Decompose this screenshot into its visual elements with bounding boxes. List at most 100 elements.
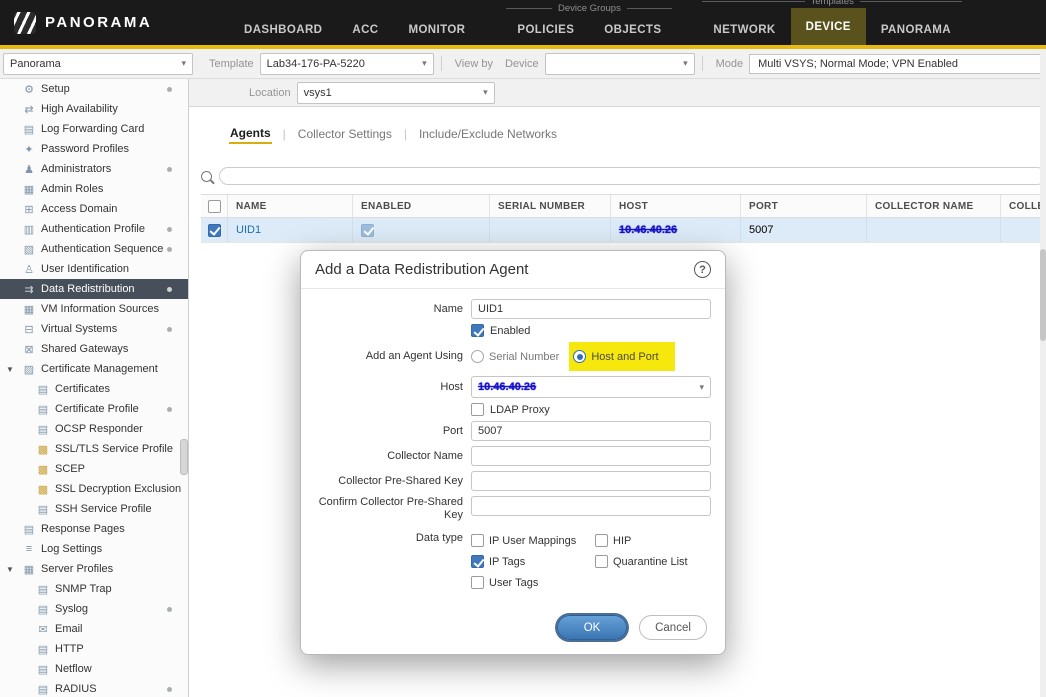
template-select[interactable]: Lab34-176-PA-5220 ▾ [260,53,434,75]
sidebar-item-response-pages[interactable]: ▤Response Pages [0,519,188,539]
collector-key-input[interactable] [471,471,711,491]
sidebar-item-authentication-sequence[interactable]: ▧Authentication Sequence [0,239,188,259]
help-icon[interactable]: ? [694,261,711,278]
sidebar-item-user-identification[interactable]: ♙User Identification [0,259,188,279]
sidebar-item-label: Certificates [55,383,110,395]
sidebar-item-certificate-management[interactable]: ▼▨Certificate Management [0,359,188,379]
agent-name-link[interactable]: UID1 [236,224,261,236]
tab-collector-settings[interactable]: Collector Settings [297,125,393,143]
col-name[interactable]: NAME [228,195,353,217]
sidebar-item-virtual-systems[interactable]: ⊟Virtual Systems [0,319,188,339]
chevron-down-icon[interactable]: ▼ [6,565,14,574]
toolbar-divider [702,56,703,71]
chevron-down-icon: ▾ [181,58,186,69]
sidebar-item-label: SNMP Trap [55,583,112,595]
cancel-button[interactable]: Cancel [639,615,707,640]
sidebar-item-shared-gateways[interactable]: ⊠Shared Gateways [0,339,188,359]
col-host[interactable]: HOST [611,195,741,217]
certificates-icon: ▤ [36,383,50,396]
table-row[interactable]: UID1 10.46.40.26 5007 [201,218,1046,243]
ip-user-mappings-checkbox[interactable] [471,534,484,547]
password-profiles-icon: ✦ [22,143,36,156]
datatype-user-tags: User Tags [471,576,589,589]
nav-objects[interactable]: OBJECTS [589,15,676,45]
sidebar-item-syslog[interactable]: ▤Syslog [0,599,188,619]
serial-number-radio[interactable] [471,350,484,363]
nav-acc[interactable]: ACC [337,15,393,45]
location-select[interactable]: vsys1 ▾ [297,82,495,104]
col-enabled[interactable]: ENABLED [353,195,490,217]
hip-checkbox[interactable] [595,534,608,547]
sidebar-item-ssl-decryption-exclusion[interactable]: ▩SSL Decryption Exclusion [0,479,188,499]
sidebar-item-http[interactable]: ▤HTTP [0,639,188,659]
sidebar-item-certificates[interactable]: ▤ Certificates [0,379,188,399]
nav-device[interactable]: DEVICE [791,8,866,45]
sidebar-item-netflow[interactable]: ▤Netflow [0,659,188,679]
scrollbar-thumb[interactable] [1040,249,1046,341]
sidebar-item-label: Log Forwarding Card [41,123,144,135]
name-input[interactable] [471,299,711,319]
ip-tags-checkbox[interactable] [471,555,484,568]
tab-agents[interactable]: Agents [229,124,272,144]
sidebar-item-high-availability[interactable]: ⇄High Availability [0,99,188,119]
sidebar-item-access-domain[interactable]: ⊞Access Domain [0,199,188,219]
nav-monitor[interactable]: MONITOR [393,15,480,45]
sidebar-item-radius[interactable]: ▤RADIUS [0,679,188,697]
col-port[interactable]: PORT [741,195,867,217]
context-selector[interactable]: Panorama ▾ [3,53,193,75]
select-all-checkbox[interactable] [208,200,221,213]
nav-panorama[interactable]: PANORAMA [866,15,966,45]
ok-button[interactable]: OK [557,615,627,640]
sidebar-item-log-forwarding-card[interactable]: ▤Log Forwarding Card [0,119,188,139]
search-input[interactable] [219,167,1046,185]
sidebar-item-ocsp-responder[interactable]: ▤OCSP Responder [0,419,188,439]
template-status-dot [167,227,172,232]
host-and-port-radio[interactable] [573,350,586,363]
sidebar-item-certificate-profile[interactable]: ▤Certificate Profile [0,399,188,419]
sidebar-item-label: Administrators [41,163,111,175]
sidebar-item-label: Access Domain [41,203,117,215]
chevron-down-icon[interactable]: ▼ [6,365,14,374]
nav-policies[interactable]: POLICIES [502,15,589,45]
admin-roles-icon: ▦ [22,183,36,196]
sidebar-item-password-profiles[interactable]: ✦Password Profiles [0,139,188,159]
ldap-proxy-checkbox[interactable] [471,403,484,416]
sidebar-item-administrators[interactable]: ♟Administrators [0,159,188,179]
sidebar-item-email[interactable]: ✉Email [0,619,188,639]
sidebar-item-label: Certificate Management [41,363,158,375]
port-input[interactable] [471,421,711,441]
serial-number-radio-label[interactable]: Serial Number [489,351,559,363]
confirm-key-input[interactable] [471,496,711,516]
row-enabled-checkbox[interactable] [361,224,374,237]
table-search-row [189,151,1046,194]
collector-name-input[interactable] [471,446,711,466]
sidebar-item-server-profiles[interactable]: ▼▦Server Profiles [0,559,188,579]
sidebar-item-label: SCEP [55,463,85,475]
sidebar-item-log-settings[interactable]: ≡Log Settings [0,539,188,559]
row-host-redacted: 10.46.40.26 [619,224,677,236]
template-status-dot [167,607,172,612]
sidebar-item-label: SSH Service Profile [55,503,152,515]
quarantine-list-checkbox[interactable] [595,555,608,568]
sidebar-resize-handle[interactable] [180,439,188,475]
col-serial-number[interactable]: SERIAL NUMBER [490,195,611,217]
tab-include-exclude-networks[interactable]: Include/Exclude Networks [418,125,558,143]
nav-network[interactable]: NETWORK [698,15,790,45]
row-select-checkbox[interactable] [208,224,221,237]
user-tags-checkbox[interactable] [471,576,484,589]
sidebar-item-ssl-tls-service-profile[interactable]: ▩SSL/TLS Service Profile [0,439,188,459]
sidebar-item-snmp-trap[interactable]: ▤SNMP Trap [0,579,188,599]
sidebar-item-authentication-profile[interactable]: ▥Authentication Profile [0,219,188,239]
sidebar-item-admin-roles[interactable]: ▦Admin Roles [0,179,188,199]
sidebar-item-data-redistribution[interactable]: ⇉Data Redistribution [0,279,188,299]
enabled-checkbox[interactable] [471,324,484,337]
sidebar-item-setup[interactable]: ⚙Setup [0,79,188,99]
viewby-device-select[interactable]: ▾ [545,53,695,75]
sidebar-item-vm-information-sources[interactable]: ▦VM Information Sources [0,299,188,319]
host-combobox[interactable]: 10.46.40.26 ▾ [471,376,711,398]
col-collector-name[interactable]: COLLECTOR NAME [867,195,1001,217]
host-and-port-radio-label[interactable]: Host and Port [591,351,658,363]
sidebar-item-ssh-service-profile[interactable]: ▤SSH Service Profile [0,499,188,519]
sidebar-item-scep[interactable]: ▩SCEP [0,459,188,479]
nav-dashboard[interactable]: DASHBOARD [229,15,337,45]
